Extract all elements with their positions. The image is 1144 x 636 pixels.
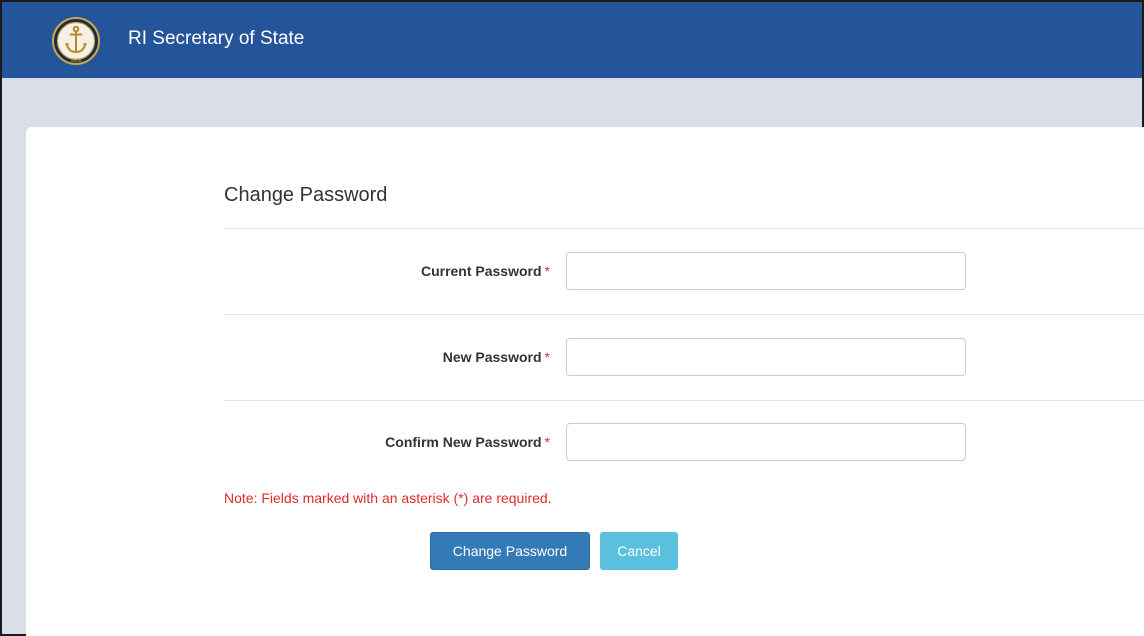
current-password-row: Current Password *	[224, 252, 1144, 292]
current-password-label: Current Password *	[421, 263, 550, 279]
required-asterisk: *	[544, 349, 550, 365]
content-panel: Change Password Current Password * New Pa…	[26, 127, 1144, 636]
new-password-label-text: New Password	[442, 349, 542, 365]
top-navbar: 1636 RI Secretary of State	[2, 2, 1142, 78]
new-password-input[interactable]	[566, 338, 966, 376]
confirm-password-row: Confirm New Password *	[224, 423, 1144, 463]
page-title: Change Password	[224, 184, 388, 206]
state-seal-logo[interactable]: 1636	[51, 10, 101, 72]
seal-year-text: 1636	[70, 58, 81, 64]
divider	[224, 228, 1144, 229]
confirm-password-label-text: Confirm New Password	[385, 434, 542, 450]
divider	[224, 400, 1144, 401]
divider	[224, 314, 1144, 315]
required-asterisk: *	[544, 263, 550, 279]
site-brand-title[interactable]: RI Secretary of State	[128, 28, 304, 50]
confirm-password-input[interactable]	[566, 423, 966, 461]
current-password-input[interactable]	[566, 252, 966, 290]
new-password-label: New Password *	[443, 349, 550, 365]
required-fields-note: Note: Fields marked with an asterisk (*)…	[224, 490, 552, 506]
required-asterisk: *	[544, 434, 550, 450]
current-password-label-text: Current Password	[420, 263, 542, 279]
change-password-button[interactable]: Change Password	[430, 532, 590, 570]
cancel-button[interactable]: Cancel	[600, 532, 678, 570]
anchor-seal-icon: 1636	[52, 17, 100, 65]
new-password-row: New Password *	[224, 338, 1144, 378]
confirm-password-label: Confirm New Password *	[385, 434, 550, 450]
